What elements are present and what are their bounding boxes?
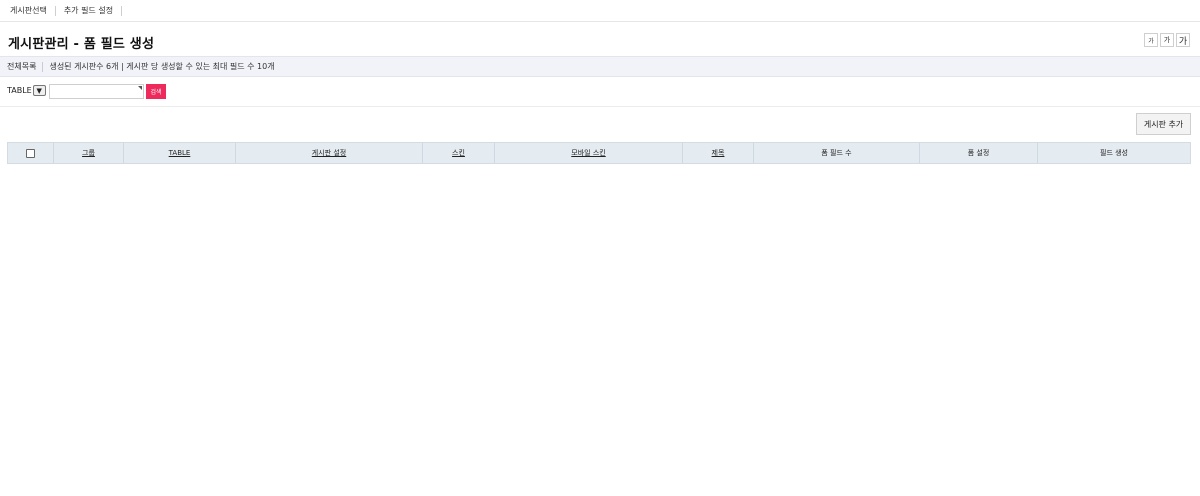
search-field-select[interactable]: TABLE ▼ xyxy=(7,85,46,96)
font-size-controls: 가 가 가 xyxy=(1144,33,1190,47)
board-table: 그룹 TABLE 게시판 설정 스킨 모바일 스킨 제목 폼 필드 수 폼 설정… xyxy=(7,142,1191,164)
column-header-form-settings: 폼 설정 xyxy=(920,143,1038,163)
column-header-group[interactable]: 그룹 xyxy=(54,143,124,163)
add-board-button[interactable]: 게시판 추가 xyxy=(1136,113,1191,135)
chevron-down-icon: ▼ xyxy=(32,85,46,96)
nav-board-select[interactable]: 게시판선택 xyxy=(6,5,56,16)
nav-extra-field-settings[interactable]: 추가 필드 설정 xyxy=(60,5,123,16)
column-header-field-create: 필드 생성 xyxy=(1100,149,1128,157)
page-header: 게시판관리 - 폼 필드 생성 가 가 가 xyxy=(0,23,1200,56)
column-header-board-settings[interactable]: 게시판 설정 xyxy=(236,143,423,163)
search-bar xyxy=(0,78,1200,107)
column-header-form-field-count: 폼 필드 수 xyxy=(754,143,920,163)
font-size-medium-button[interactable]: 가 xyxy=(1160,33,1174,47)
select-all-checkbox[interactable] xyxy=(26,148,35,158)
search-field-select-value: TABLE xyxy=(7,86,32,95)
column-header-skin[interactable]: 스킨 xyxy=(423,143,495,163)
select-all-cell xyxy=(8,143,54,163)
board-count-summary: 생성된 게시판수 6개 | 게시판 당 생성할 수 있는 최대 필드 수 10개 xyxy=(49,62,275,71)
column-header-table[interactable]: TABLE xyxy=(124,143,236,163)
column-header-mobile-skin[interactable]: 모바일 스킨 xyxy=(495,143,683,163)
search-button[interactable]: 검색 xyxy=(146,84,166,99)
font-size-large-button[interactable]: 가 xyxy=(1176,33,1190,47)
all-list-link[interactable]: 전체목록 xyxy=(7,61,44,72)
page-title: 게시판관리 - 폼 필드 생성 xyxy=(8,37,155,52)
top-navigation: 게시판선택 추가 필드 설정 xyxy=(0,0,1200,22)
font-size-small-button[interactable]: 가 xyxy=(1144,33,1158,47)
column-header-title[interactable]: 제목 xyxy=(683,143,754,163)
search-input[interactable] xyxy=(49,84,144,99)
info-bar: 전체목록 생성된 게시판수 6개 | 게시판 당 생성할 수 있는 최대 필드 … xyxy=(0,56,1200,77)
